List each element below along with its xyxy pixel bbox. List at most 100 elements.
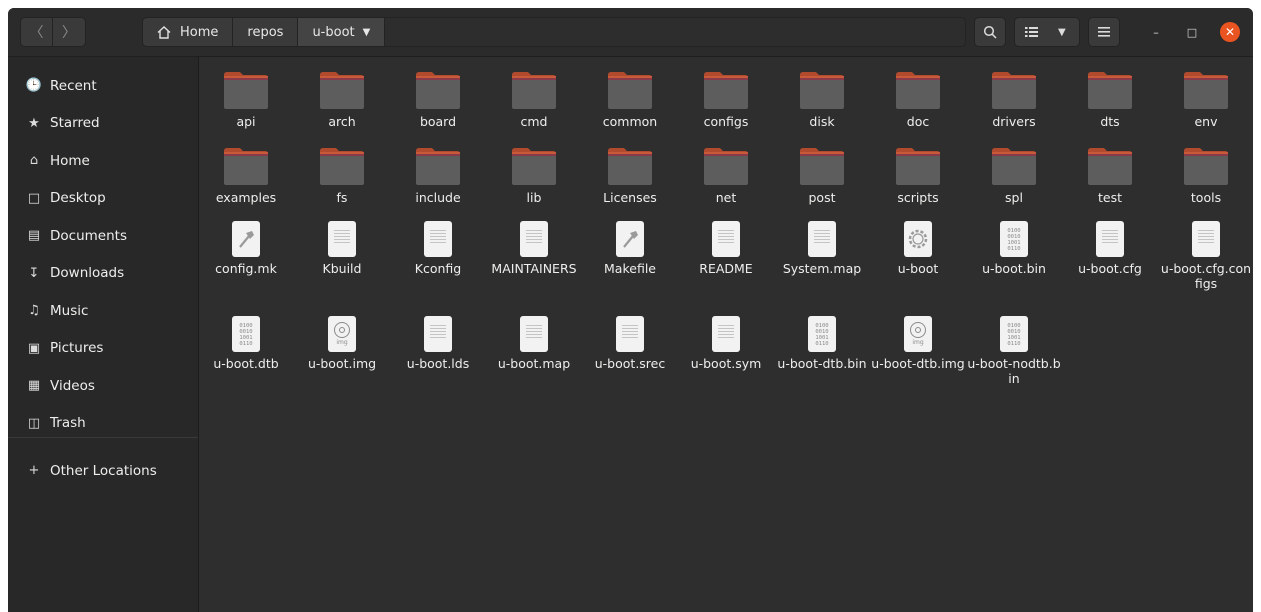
file-item[interactable]: u-boot.srec xyxy=(582,312,678,371)
file-item[interactable]: 0100 0010 1001 0110 u-boot-nodtb.bin xyxy=(966,312,1062,386)
breadcrumb-u-boot[interactable]: u-boot ▼ xyxy=(298,18,386,46)
sidebar-item-downloads[interactable]: ↧ Downloads xyxy=(8,255,198,292)
file-item[interactable]: System.map xyxy=(774,217,870,276)
sidebar-item-home[interactable]: ⌂ Home xyxy=(8,142,198,179)
text-file-icon xyxy=(520,221,548,257)
binary-file-icon: 0100 0010 1001 0110 xyxy=(232,316,260,352)
file-item[interactable]: img u-boot.img xyxy=(294,312,390,371)
trash-icon: ◫ xyxy=(27,415,41,431)
text-file-icon xyxy=(808,221,836,257)
file-name: u-boot.map xyxy=(497,356,571,371)
folder-item[interactable]: include xyxy=(390,145,486,205)
folder-icon xyxy=(510,70,558,110)
folder-item[interactable]: cmd xyxy=(486,69,582,129)
file-item[interactable]: MAINTAINERS xyxy=(486,217,582,276)
folder-item[interactable]: test xyxy=(1062,145,1158,205)
file-item[interactable]: img u-boot-dtb.img xyxy=(870,312,966,371)
file-item[interactable]: 0100 0010 1001 0110 u-boot.bin xyxy=(966,217,1062,276)
breadcrumb-label: repos xyxy=(247,24,284,40)
folder-item[interactable]: examples xyxy=(198,145,294,205)
folder-icon xyxy=(990,146,1038,186)
file-name: u-boot-nodtb.bin xyxy=(967,356,1061,386)
folder-item[interactable]: board xyxy=(390,69,486,129)
maximize-button[interactable]: □ xyxy=(1182,22,1202,42)
file-item[interactable]: 0100 0010 1001 0110 u-boot.dtb xyxy=(198,312,294,371)
file-item[interactable]: u-boot.sym xyxy=(678,312,774,371)
folder-item[interactable]: Licenses xyxy=(582,145,678,205)
folder-item[interactable]: disk xyxy=(774,69,870,129)
file-item[interactable]: Makefile xyxy=(582,217,678,276)
file-name: u-boot.lds xyxy=(406,356,470,371)
sidebar-item-other-locations[interactable]: + Other Locations xyxy=(8,452,198,489)
file-name: spl xyxy=(1005,190,1023,205)
forward-button[interactable]: 〉 xyxy=(53,17,86,47)
sidebar-item-videos[interactable]: ▦ Videos xyxy=(8,367,198,404)
sidebar-item-starred[interactable]: ★ Starred xyxy=(8,105,198,142)
back-button[interactable]: 〈 xyxy=(20,17,53,47)
file-grid: api arch board cmd common configs disk doc drive… xyxy=(199,57,1253,612)
file-name: fs xyxy=(336,190,348,205)
view-options-button[interactable]: ▼ xyxy=(1014,17,1080,47)
folder-item[interactable]: dts xyxy=(1062,69,1158,129)
folder-item[interactable]: spl xyxy=(966,145,1062,205)
folder-item[interactable]: scripts xyxy=(870,145,966,205)
sidebar-item-desktop[interactable]: □ Desktop xyxy=(8,180,198,217)
folder-item[interactable]: env xyxy=(1158,69,1253,129)
sidebar-item-label: Starred xyxy=(50,115,100,131)
file-item[interactable]: Kbuild xyxy=(294,217,390,276)
sidebar-item-pictures[interactable]: ▣ Pictures xyxy=(8,330,198,367)
folder-item[interactable]: configs xyxy=(678,69,774,129)
music-icon: ♫ xyxy=(28,303,40,318)
file-name: u-boot.sym xyxy=(690,356,762,371)
file-item[interactable]: README xyxy=(678,217,774,276)
file-item[interactable]: u-boot.map xyxy=(486,312,582,371)
file-item[interactable]: u-boot.lds xyxy=(390,312,486,371)
folder-item[interactable]: tools xyxy=(1158,145,1253,205)
home-icon: ⌂ xyxy=(29,153,39,168)
file-name: u-boot-dtb.img xyxy=(871,356,965,371)
file-item[interactable]: u-boot.cfg xyxy=(1062,217,1158,276)
sidebar-item-label: Recent xyxy=(50,77,97,94)
file-name: arch xyxy=(328,114,356,129)
search-button[interactable] xyxy=(974,17,1006,47)
folder-item[interactable]: common xyxy=(582,69,678,129)
close-button[interactable]: ✕ xyxy=(1220,22,1240,42)
minimize-button[interactable]: – xyxy=(1146,22,1166,42)
file-item[interactable]: 0100 0010 1001 0110 u-boot-dtb.bin xyxy=(774,312,870,371)
folder-item[interactable]: net xyxy=(678,145,774,205)
file-name: u-boot.cfg xyxy=(1078,261,1142,276)
pictures-icon: ▣ xyxy=(27,340,41,356)
file-item[interactable]: u-boot xyxy=(870,217,966,276)
folder-item[interactable]: lib xyxy=(486,145,582,205)
folder-item[interactable]: doc xyxy=(870,69,966,129)
sidebar: + Other Locations 🕒 Recent ★ Starred ⌂ Home □ D… xyxy=(8,57,199,612)
file-name: cmd xyxy=(520,114,548,129)
text-file-icon xyxy=(1096,221,1124,257)
folder-icon xyxy=(990,70,1038,110)
sidebar-item-trash[interactable]: ◫ Trash xyxy=(8,405,198,442)
navigation-buttons: 〈 〉 xyxy=(20,17,86,47)
header-bar: 〈 〉 Home repos u-boot ▼ ▼ – □ ✕ xyxy=(8,8,1253,57)
folder-item[interactable]: api xyxy=(198,69,294,129)
file-name: scripts xyxy=(897,190,939,205)
breadcrumb-repos[interactable]: repos xyxy=(233,18,299,46)
text-file-icon xyxy=(1192,221,1220,257)
folder-item[interactable]: fs xyxy=(294,145,390,205)
file-name: common xyxy=(602,114,658,129)
file-item[interactable]: config.mk xyxy=(198,217,294,276)
sidebar-item-recent[interactable]: 🕒 Recent xyxy=(8,67,198,104)
sidebar-item-label: Videos xyxy=(50,377,95,394)
folder-item[interactable]: arch xyxy=(294,69,390,129)
sidebar-item-music[interactable]: ♫ Music xyxy=(8,292,198,329)
file-item[interactable]: Kconfig xyxy=(390,217,486,276)
folder-item[interactable]: drivers xyxy=(966,69,1062,129)
menu-button[interactable] xyxy=(1088,17,1120,47)
sidebar-item-documents[interactable]: ▤ Documents xyxy=(8,217,198,254)
breadcrumb-home[interactable]: Home xyxy=(143,18,234,46)
file-name: api xyxy=(236,114,256,129)
file-name: dts xyxy=(1100,114,1120,129)
folder-icon xyxy=(798,70,846,110)
folder-item[interactable]: post xyxy=(774,145,870,205)
text-file-icon xyxy=(328,221,356,257)
file-item[interactable]: u-boot.cfg.configs xyxy=(1158,217,1253,291)
